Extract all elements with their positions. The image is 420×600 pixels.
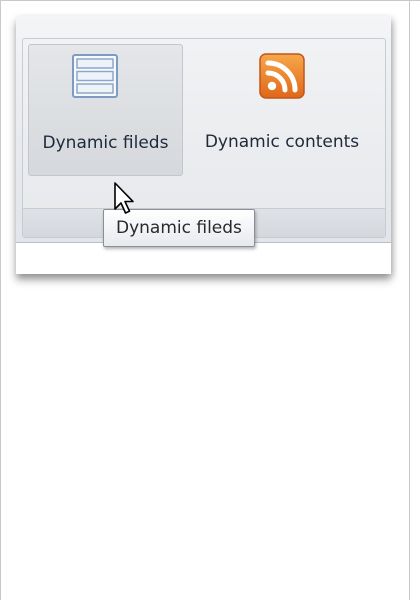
dynamic-fields-button[interactable]: Dynamic fileds: [28, 44, 183, 176]
frame-divider: [409, 0, 410, 600]
list-fields-icon: [72, 54, 118, 98]
dynamic-fields-label: Dynamic fileds: [42, 133, 169, 153]
mouse-cursor-icon: [114, 182, 134, 214]
ribbon-screenshot: Dynamic fileds Dynamic contents Dynamic …: [16, 16, 391, 274]
dynamic-contents-label: Dynamic contents: [204, 132, 360, 152]
dynamic-contents-button[interactable]: Dynamic contents: [187, 44, 377, 176]
rss-feed-icon: [259, 53, 305, 99]
ribbon-group-content: Dynamic fileds Dynamic contents: [22, 38, 386, 238]
